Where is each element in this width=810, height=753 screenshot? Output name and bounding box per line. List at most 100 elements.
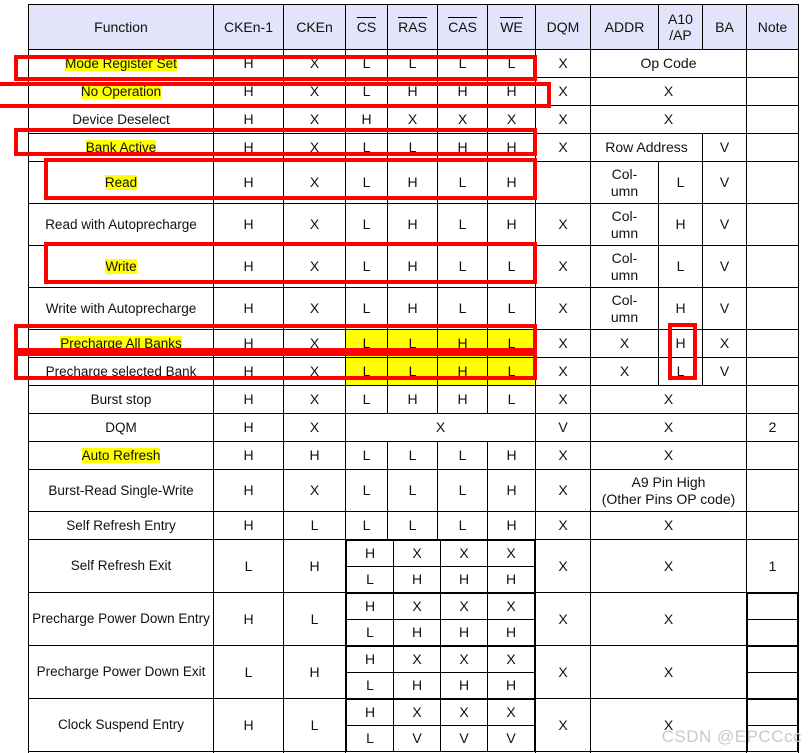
cell-dqm: X <box>535 287 591 330</box>
split-signal-cell: H <box>440 619 488 645</box>
cell-ras: L <box>387 441 438 470</box>
split-signal-row: LHHH <box>346 566 535 592</box>
split-signal-cell: V <box>487 725 535 751</box>
split-signal-cell: X <box>393 699 441 726</box>
cell-ras: H <box>387 385 438 414</box>
cell-note <box>746 385 799 414</box>
split-signal-cell: H <box>346 540 394 567</box>
split-signal-cell: X <box>440 646 488 673</box>
cell-dqm: X <box>535 105 591 134</box>
function-label: Precharge selected Bank <box>28 357 214 386</box>
function-label: No Operation <box>28 77 214 106</box>
note-split-row <box>747 593 798 620</box>
cell-cken: H <box>283 539 346 593</box>
cell-note <box>746 245 799 288</box>
split-signal-cell: X <box>393 540 441 567</box>
cell-addr: X <box>590 329 659 358</box>
cell-addr-merged: X <box>590 385 747 414</box>
cell-cken: L <box>283 698 346 752</box>
cell-cas: H <box>437 77 488 106</box>
cell-ba: V <box>702 245 747 288</box>
cell-addr: Col-umn <box>590 203 659 246</box>
cell-ras: L <box>387 133 438 162</box>
cell-note <box>746 49 799 78</box>
cell-note-split <box>746 592 799 646</box>
cell-note <box>746 133 799 162</box>
split-signal-cell: X <box>487 593 535 620</box>
cell-we: H <box>487 133 536 162</box>
column-header-cas: CAS <box>437 4 488 50</box>
cell-cs: L <box>345 511 388 540</box>
table-row: No Operation H X L H H H X X <box>28 77 799 106</box>
split-signal-row: HXXX <box>346 699 535 726</box>
table-row: Auto Refresh H H L L L H X X <box>28 441 799 470</box>
table-body: Mode Register Set H X L L L L X Op Code No Operat… <box>28 49 799 753</box>
note-split-row <box>747 699 798 726</box>
cell-ras: H <box>387 287 438 330</box>
split-signal-cell: X <box>440 699 488 726</box>
split-signal-cell: H <box>393 619 441 645</box>
cell-cken: X <box>283 105 346 134</box>
split-signal-group: HXXXLHHH <box>345 592 536 646</box>
cell-cken-minus-1: H <box>213 357 284 386</box>
column-header-cs: CS <box>345 4 388 50</box>
cell-addr-merged: X <box>590 413 747 442</box>
split-signal-cell: L <box>346 566 394 592</box>
highlighted-text: Auto Refresh <box>81 447 161 463</box>
table-row: Write H X L H L L X Col-umn L V <box>28 245 799 288</box>
cell-cs: L <box>345 161 388 204</box>
cell-cken-minus-1: H <box>213 161 284 204</box>
cell-cas: L <box>437 441 488 470</box>
cell-a10-ap: H <box>658 287 703 330</box>
split-signal-row: HXXX <box>346 646 535 673</box>
cell-ras: L <box>387 511 438 540</box>
cell-addr: Col-umn <box>590 287 659 330</box>
function-label: Precharge Power Down Exit <box>28 645 214 699</box>
cell-cken: H <box>283 441 346 470</box>
highlighted-text: Read <box>104 174 138 190</box>
cell-cs: L <box>345 77 388 106</box>
addr-line-1: Col- <box>611 166 638 183</box>
cell-dqm: X <box>535 329 591 358</box>
column-header-addr: ADDR <box>590 4 659 50</box>
cell-we: L <box>487 329 536 358</box>
cell-note <box>746 203 799 246</box>
cell-a10-ap: L <box>658 357 703 386</box>
cell-addr: Row Address <box>590 133 703 162</box>
function-label: Burst stop <box>28 385 214 414</box>
cell-addr-merged: X <box>590 539 747 593</box>
cell-we: L <box>487 245 536 288</box>
function-label: DQM <box>28 413 214 442</box>
table-row: Write with Autoprecharge H X L H L L X Col-umn H V <box>28 287 799 330</box>
split-signal-cell: X <box>440 593 488 620</box>
addr-line-2: umn <box>610 266 639 283</box>
cell-cken-minus-1: H <box>213 385 284 414</box>
split-signal-cell: H <box>346 593 394 620</box>
cell-cken-minus-1: H <box>213 592 284 646</box>
function-label: Auto Refresh <box>28 441 214 470</box>
cell-cs: L <box>345 385 388 414</box>
cell-ba: V <box>702 203 747 246</box>
cell-a10-ap: H <box>658 203 703 246</box>
function-label: Read with Autoprecharge <box>28 203 214 246</box>
cell-cs: L <box>345 441 388 470</box>
highlighted-text: Mode Register Set <box>65 55 177 71</box>
cell-we: H <box>487 203 536 246</box>
table-row: Burst stop H X L H H L X X <box>28 385 799 414</box>
cell-cas: X <box>437 105 488 134</box>
cell-cken-minus-1: H <box>213 77 284 106</box>
split-signal-group: HXXXLHHH <box>345 645 536 699</box>
table-header: Function CKEn-1 CKEn CS RAS CAS WE DQM ADDR A10/A… <box>28 4 799 50</box>
addr-line-1: Col- <box>611 208 638 225</box>
cell-ras: L <box>387 357 438 386</box>
function-label: Self Refresh Entry <box>28 511 214 540</box>
function-label: Bank Active <box>28 133 214 162</box>
cell-dqm: X <box>535 385 591 414</box>
cell-cs: H <box>345 105 388 134</box>
function-label: Device Deselect <box>28 105 214 134</box>
cell-note <box>746 329 799 358</box>
highlighted-text: Precharge All Banks <box>60 335 182 351</box>
note-split-cell <box>747 646 798 673</box>
cell-we: X <box>487 105 536 134</box>
cell-cas: H <box>437 329 488 358</box>
